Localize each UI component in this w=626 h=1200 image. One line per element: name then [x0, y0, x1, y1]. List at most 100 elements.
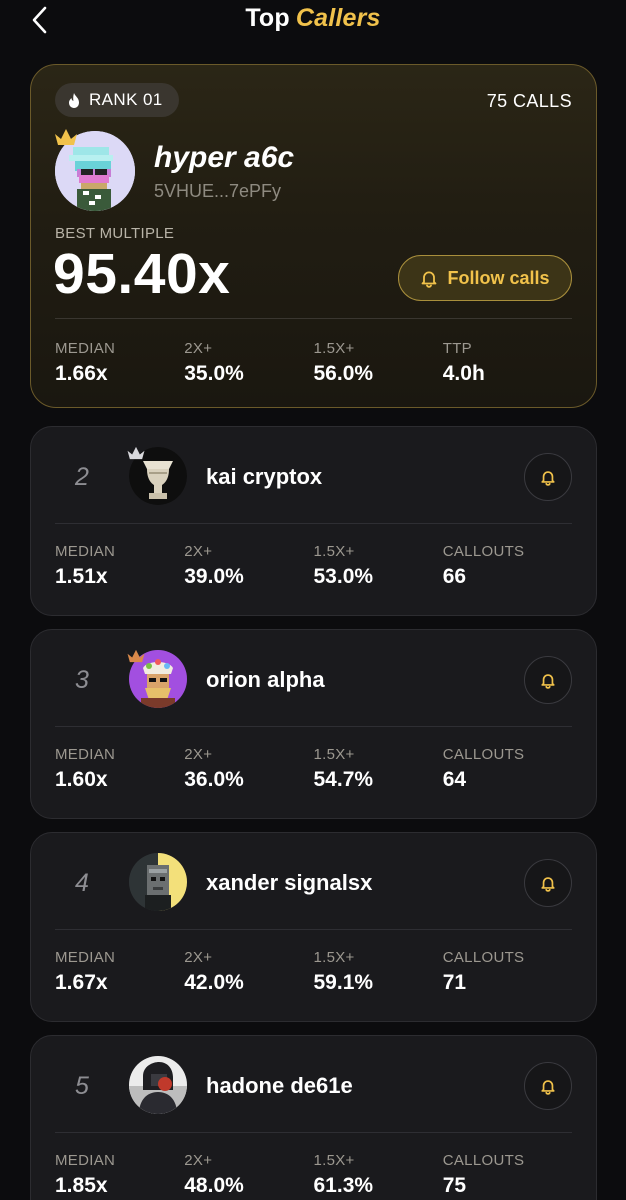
stat-value: 75	[442, 1174, 467, 1197]
stat-ttp: TTP 4.0h	[443, 340, 572, 386]
divider	[55, 726, 572, 727]
caller-name: orion alpha	[206, 667, 325, 692]
follow-calls-button[interactable]: Follow calls	[398, 255, 572, 301]
stat-2x: 2X+ 35.0%	[184, 340, 313, 386]
stat-value: 64	[442, 768, 467, 791]
stat-value: 1.51x	[55, 565, 108, 588]
stat-label: 1.5X+	[313, 746, 355, 763]
caller-name: hadone de61e	[206, 1073, 353, 1098]
stat-label: 1.5X+	[313, 543, 355, 560]
wallet-address: 5VHUE...7ePFy	[154, 181, 282, 201]
caller-row[interactable]: 5 hadone de61e MEDIAN 1.85x 2X+ 48.0% 1.5X…	[30, 1035, 597, 1200]
divider	[55, 318, 572, 319]
rank-badge: RANK 01	[55, 83, 179, 117]
caller-name: xander signalsx	[206, 870, 373, 895]
stat-2x: 2X+ 39.0%	[184, 543, 313, 589]
stat-value: 1.67x	[55, 971, 108, 994]
stat-1-5x: 1.5X+ 53.0%	[314, 543, 443, 589]
stat-label: MEDIAN	[55, 949, 116, 966]
bell-icon	[422, 271, 437, 288]
rank-number: 4	[75, 869, 89, 897]
stat-label: 2X+	[184, 746, 213, 763]
divider	[55, 1132, 572, 1133]
stat-median: MEDIAN 1.66x	[55, 340, 184, 386]
stat-value: 4.0h	[442, 362, 485, 385]
stat-value: 56.0%	[313, 362, 374, 385]
header: Top Callers	[0, 0, 626, 42]
top-caller-card[interactable]: RANK 01 75 CALLS hyper a6c 5VHUE...7ePFy…	[30, 64, 597, 408]
stat-median: MEDIAN 1.51x	[55, 543, 184, 589]
stat-label: 2X+	[184, 543, 213, 560]
follow-button[interactable]	[524, 1062, 572, 1110]
bell-icon	[541, 876, 555, 892]
rank-number: 3	[75, 666, 89, 694]
follow-calls-label: Follow calls	[447, 267, 550, 288]
stat-label: CALLOUTS	[442, 746, 525, 763]
follow-button[interactable]	[524, 859, 572, 907]
flame-icon	[69, 92, 79, 108]
stats-row: MEDIAN 1.51x 2X+ 39.0% 1.5X+ 53.0% CALLOUTS…	[55, 543, 572, 589]
calls-count: 75 CALLS	[486, 91, 572, 111]
stat-value: 48.0%	[184, 1174, 244, 1197]
stat-value: 66	[442, 565, 467, 588]
follow-button[interactable]	[524, 656, 572, 704]
stats-row: MEDIAN 1.60x 2X+ 36.0% 1.5X+ 54.7% CALLOUTS…	[55, 746, 572, 792]
stat-label: 1.5X+	[313, 1152, 355, 1169]
rank-label: RANK 01	[89, 90, 163, 109]
stat-callouts: CALLOUTS 71	[443, 949, 572, 995]
stat-label: 2X+	[184, 949, 213, 966]
stat-median: MEDIAN 1.85x	[55, 1152, 184, 1198]
title-accent: Callers	[295, 4, 381, 32]
stat-label: MEDIAN	[55, 1152, 116, 1169]
caller-row[interactable]: 3 orion alpha MEDIAN 1.60x 2X+ 36.0% 1.5…	[30, 629, 597, 819]
stat-2x: 2X+ 36.0%	[184, 746, 313, 792]
rank-number: 5	[75, 1072, 89, 1100]
stat-value: 53.0%	[313, 565, 374, 588]
caller-row[interactable]: 2 kai cryptox MEDIAN 1.51x 2X+ 39.0% 1.5X+	[30, 426, 597, 616]
best-multiple-label: BEST MULTIPLE	[55, 225, 175, 242]
stats-row: MEDIAN 1.66x 2X+ 35.0% 1.5X+ 56.0% TTP 4…	[55, 340, 572, 386]
stat-value: 54.7%	[313, 768, 374, 791]
caller-row[interactable]: 4 xander signalsx MEDIAN 1.67x 2X+ 42.0%…	[30, 832, 597, 1022]
rank-number: 2	[75, 463, 89, 491]
stat-2x: 2X+ 42.0%	[184, 949, 313, 995]
stat-value: 36.0%	[184, 768, 244, 791]
stat-label: MEDIAN	[55, 340, 116, 357]
stat-label: 1.5X+	[313, 340, 355, 357]
divider	[55, 523, 572, 524]
caller-name: kai cryptox	[206, 464, 323, 489]
stat-median: MEDIAN 1.67x	[55, 949, 184, 995]
stats-row: MEDIAN 1.85x 2X+ 48.0% 1.5X+ 61.3% CALLOUTS…	[55, 1152, 572, 1198]
title-plain: Top	[245, 4, 290, 32]
stat-callouts: CALLOUTS 66	[443, 543, 572, 589]
stat-label: 1.5X+	[313, 949, 355, 966]
stat-1-5x: 1.5X+ 61.3%	[314, 1152, 443, 1198]
crown-icon	[127, 649, 145, 663]
avatar	[129, 1056, 187, 1114]
stat-label: CALLOUTS	[442, 543, 525, 560]
caller-name: hyper a6c	[154, 141, 295, 174]
stat-label: 2X+	[184, 340, 213, 357]
best-multiple-value: 95.40x	[53, 242, 231, 306]
stat-value: 1.85x	[55, 1174, 108, 1197]
stat-label: 2X+	[184, 1152, 213, 1169]
stat-2x: 2X+ 48.0%	[184, 1152, 313, 1198]
stat-label: MEDIAN	[55, 543, 116, 560]
follow-button[interactable]	[524, 453, 572, 501]
stat-value: 42.0%	[184, 971, 244, 994]
stat-value: 61.3%	[313, 1174, 374, 1197]
divider	[55, 929, 572, 930]
page-title: Top Callers	[0, 4, 626, 33]
stat-value: 1.66x	[55, 362, 108, 385]
stat-callouts: CALLOUTS 64	[443, 746, 572, 792]
top-callers-screen: Top Callers RANK 01 75 CALLS hyper a6c 5…	[0, 0, 626, 1200]
stat-value: 35.0%	[184, 362, 244, 385]
stat-value: 71	[442, 971, 467, 994]
stat-label: MEDIAN	[55, 746, 116, 763]
avatar	[129, 853, 187, 911]
bell-icon	[541, 470, 555, 486]
stat-1-5x: 1.5X+ 59.1%	[314, 949, 443, 995]
bell-icon	[541, 673, 555, 689]
stat-value: 39.0%	[184, 565, 244, 588]
crown-icon	[55, 129, 77, 145]
